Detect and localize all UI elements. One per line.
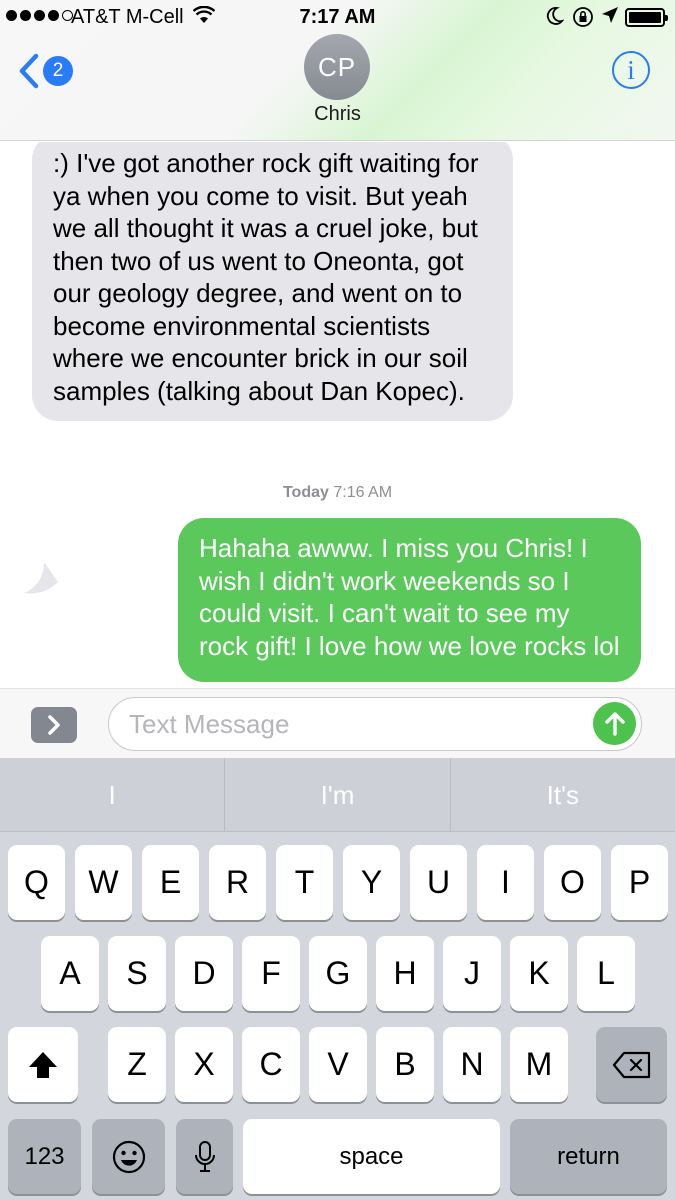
- emoji-key[interactable]: [92, 1119, 165, 1194]
- smiley-icon: [112, 1140, 145, 1173]
- predictive-bar: I I'm It's: [0, 758, 675, 832]
- key-v[interactable]: V: [309, 1027, 367, 1102]
- key-o[interactable]: O: [544, 845, 601, 920]
- suggestion-1[interactable]: I: [0, 758, 226, 831]
- suggestion-2[interactable]: I'm: [225, 758, 451, 831]
- key-y[interactable]: Y: [343, 845, 400, 920]
- keyboard: I I'm It's Q W E R T Y U I O P A S D F G…: [0, 758, 675, 1200]
- key-w[interactable]: W: [75, 845, 132, 920]
- incoming-message-bubble[interactable]: :) I've got another rock gift waiting fo…: [32, 142, 513, 421]
- shift-arrow-icon: [29, 1051, 57, 1078]
- key-k[interactable]: K: [510, 936, 568, 1011]
- back-button[interactable]: 2: [18, 53, 73, 89]
- chevron-right-icon: [48, 715, 60, 735]
- key-i[interactable]: I: [477, 845, 534, 920]
- key-a[interactable]: A: [41, 936, 99, 1011]
- delete-key[interactable]: [596, 1027, 667, 1102]
- dictation-key[interactable]: [176, 1119, 233, 1194]
- suggestion-3[interactable]: It's: [451, 758, 675, 831]
- key-t[interactable]: T: [276, 845, 333, 920]
- message-input[interactable]: [129, 706, 589, 742]
- numbers-key[interactable]: 123: [8, 1119, 81, 1194]
- info-icon[interactable]: i: [612, 51, 650, 89]
- conversation-header: AT&T M-Cell 7:17 AM 2 CP Chris i: [0, 0, 675, 141]
- key-n[interactable]: N: [443, 1027, 501, 1102]
- message-timestamp: Today 7:16 AM: [0, 484, 675, 502]
- key-f[interactable]: F: [242, 936, 300, 1011]
- shift-key[interactable]: [8, 1027, 78, 1102]
- key-q[interactable]: Q: [8, 845, 65, 920]
- contact-avatar[interactable]: CP: [304, 34, 370, 100]
- key-e[interactable]: E: [142, 845, 199, 920]
- contact-name[interactable]: Chris: [0, 103, 675, 126]
- key-j[interactable]: J: [443, 936, 501, 1011]
- key-d[interactable]: D: [175, 936, 233, 1011]
- outgoing-message-bubble[interactable]: Hahaha awww. I miss you Chris! I wish I …: [178, 518, 641, 682]
- composer-bar: [0, 688, 675, 758]
- moon-icon: [546, 6, 565, 32]
- status-bar: AT&T M-Cell 7:17 AM: [0, 0, 675, 34]
- unread-count-badge: 2: [43, 56, 73, 86]
- backspace-icon: [612, 1051, 650, 1078]
- key-m[interactable]: M: [510, 1027, 568, 1102]
- key-c[interactable]: C: [242, 1027, 300, 1102]
- key-s[interactable]: S: [108, 936, 166, 1011]
- message-thread[interactable]: :) I've got another rock gift waiting fo…: [0, 142, 675, 688]
- space-key[interactable]: space: [243, 1119, 500, 1194]
- return-key[interactable]: return: [510, 1119, 667, 1194]
- rotation-lock-icon: [572, 6, 594, 34]
- send-button[interactable]: [593, 702, 636, 745]
- chevron-left-icon: [19, 53, 39, 89]
- key-b[interactable]: B: [376, 1027, 434, 1102]
- key-l[interactable]: L: [577, 936, 635, 1011]
- battery-icon: [625, 8, 668, 27]
- message-field[interactable]: [108, 697, 642, 751]
- incoming-bubble-tail: [24, 562, 58, 594]
- timestamp-time: 7:16 AM: [333, 484, 393, 501]
- apps-button[interactable]: [31, 707, 77, 743]
- key-z[interactable]: Z: [108, 1027, 166, 1102]
- key-x[interactable]: X: [175, 1027, 233, 1102]
- timestamp-day: Today: [282, 484, 329, 501]
- key-r[interactable]: R: [209, 845, 266, 920]
- key-h[interactable]: H: [376, 936, 434, 1011]
- key-g[interactable]: G: [309, 936, 367, 1011]
- arrow-up-icon: [604, 711, 625, 736]
- key-p[interactable]: P: [611, 845, 668, 920]
- location-arrow-icon: [601, 6, 619, 30]
- microphone-icon: [194, 1140, 215, 1172]
- key-u[interactable]: U: [410, 845, 467, 920]
